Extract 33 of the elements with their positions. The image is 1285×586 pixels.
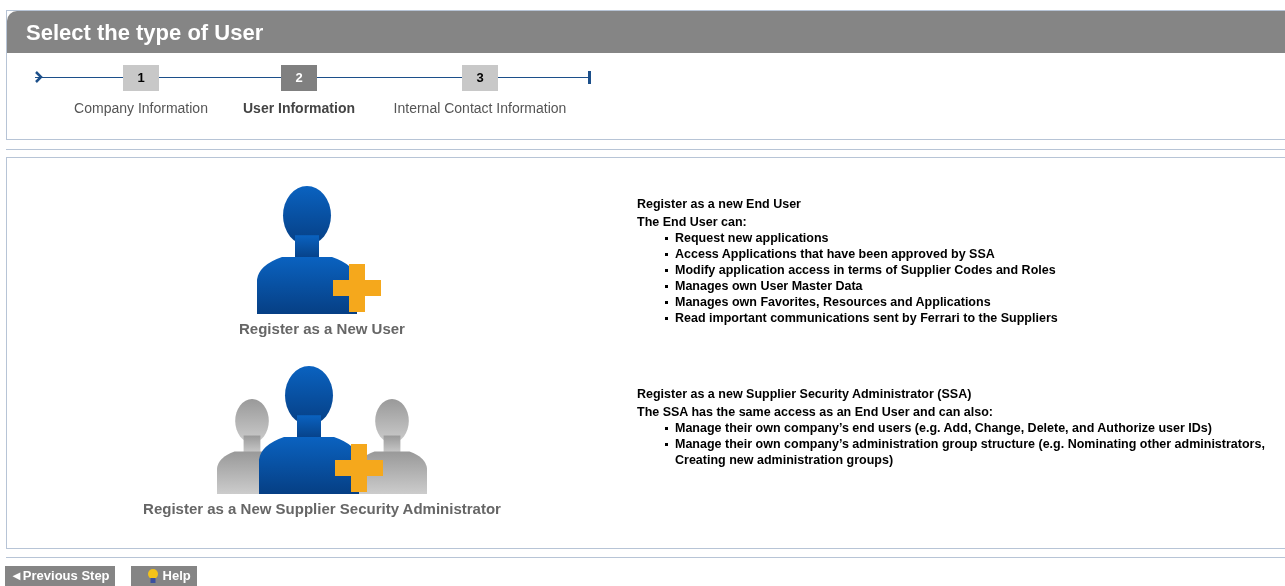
previous-step-button[interactable]: ◄Previous Step [5, 566, 115, 586]
option-caption[interactable]: Register as a New Supplier Security Administrator [143, 498, 501, 521]
option-intro: The SSA has the same access as an End User and can also: [637, 404, 994, 420]
option-caption[interactable]: Register as a New User [239, 318, 405, 341]
bullet-text: Access Applications that have been approved by SSA [675, 246, 995, 262]
bullet-icon [665, 237, 668, 240]
bullet-text: Manage their own company’s administration group structure (e.g. Nominating other administrators, Creating new administration groups) [675, 436, 1266, 468]
lightbulb-icon [146, 568, 159, 584]
step-label: Internal Contact Information [393, 99, 567, 118]
option-heading: Register as a new Supplier Security Administrator (SSA) [637, 386, 973, 402]
bullet-text: Manages own Favorites, Resources and Applications [675, 294, 991, 310]
bullet-text: Manages own User Master Data [675, 278, 863, 294]
step-label: Company Information [74, 99, 208, 118]
bullet-text: Request new applications [675, 230, 829, 246]
step-number[interactable]: 2 [281, 65, 317, 91]
help-button[interactable]: Help [130, 566, 197, 586]
option-intro: The End User can: [637, 214, 748, 230]
step-number[interactable]: 1 [123, 65, 159, 91]
bullet-icon [665, 269, 668, 272]
bullet-icon [665, 285, 668, 288]
bullet-icon [665, 317, 668, 320]
bullet-icon [665, 443, 668, 446]
bullet-icon [665, 253, 668, 256]
bullet-text: Manage their own company’s end users (e.g. Add, Change, Delete, and Authorize user IDs) [675, 420, 1212, 436]
bullet-icon [665, 301, 668, 304]
add-user-group-icon[interactable] [217, 364, 427, 494]
option-heading: Register as a new End User [637, 196, 802, 212]
bullet-icon [665, 427, 668, 430]
bullet-text: Modify application access in terms of Supplier Codes and Roles [675, 262, 1056, 278]
page-title: Select the type of User [26, 18, 264, 47]
step-label: User Information [243, 99, 355, 118]
step-number[interactable]: 3 [462, 65, 498, 91]
bullet-text: Read important communications sent by Ferrari to the Suppliers [675, 310, 1058, 326]
